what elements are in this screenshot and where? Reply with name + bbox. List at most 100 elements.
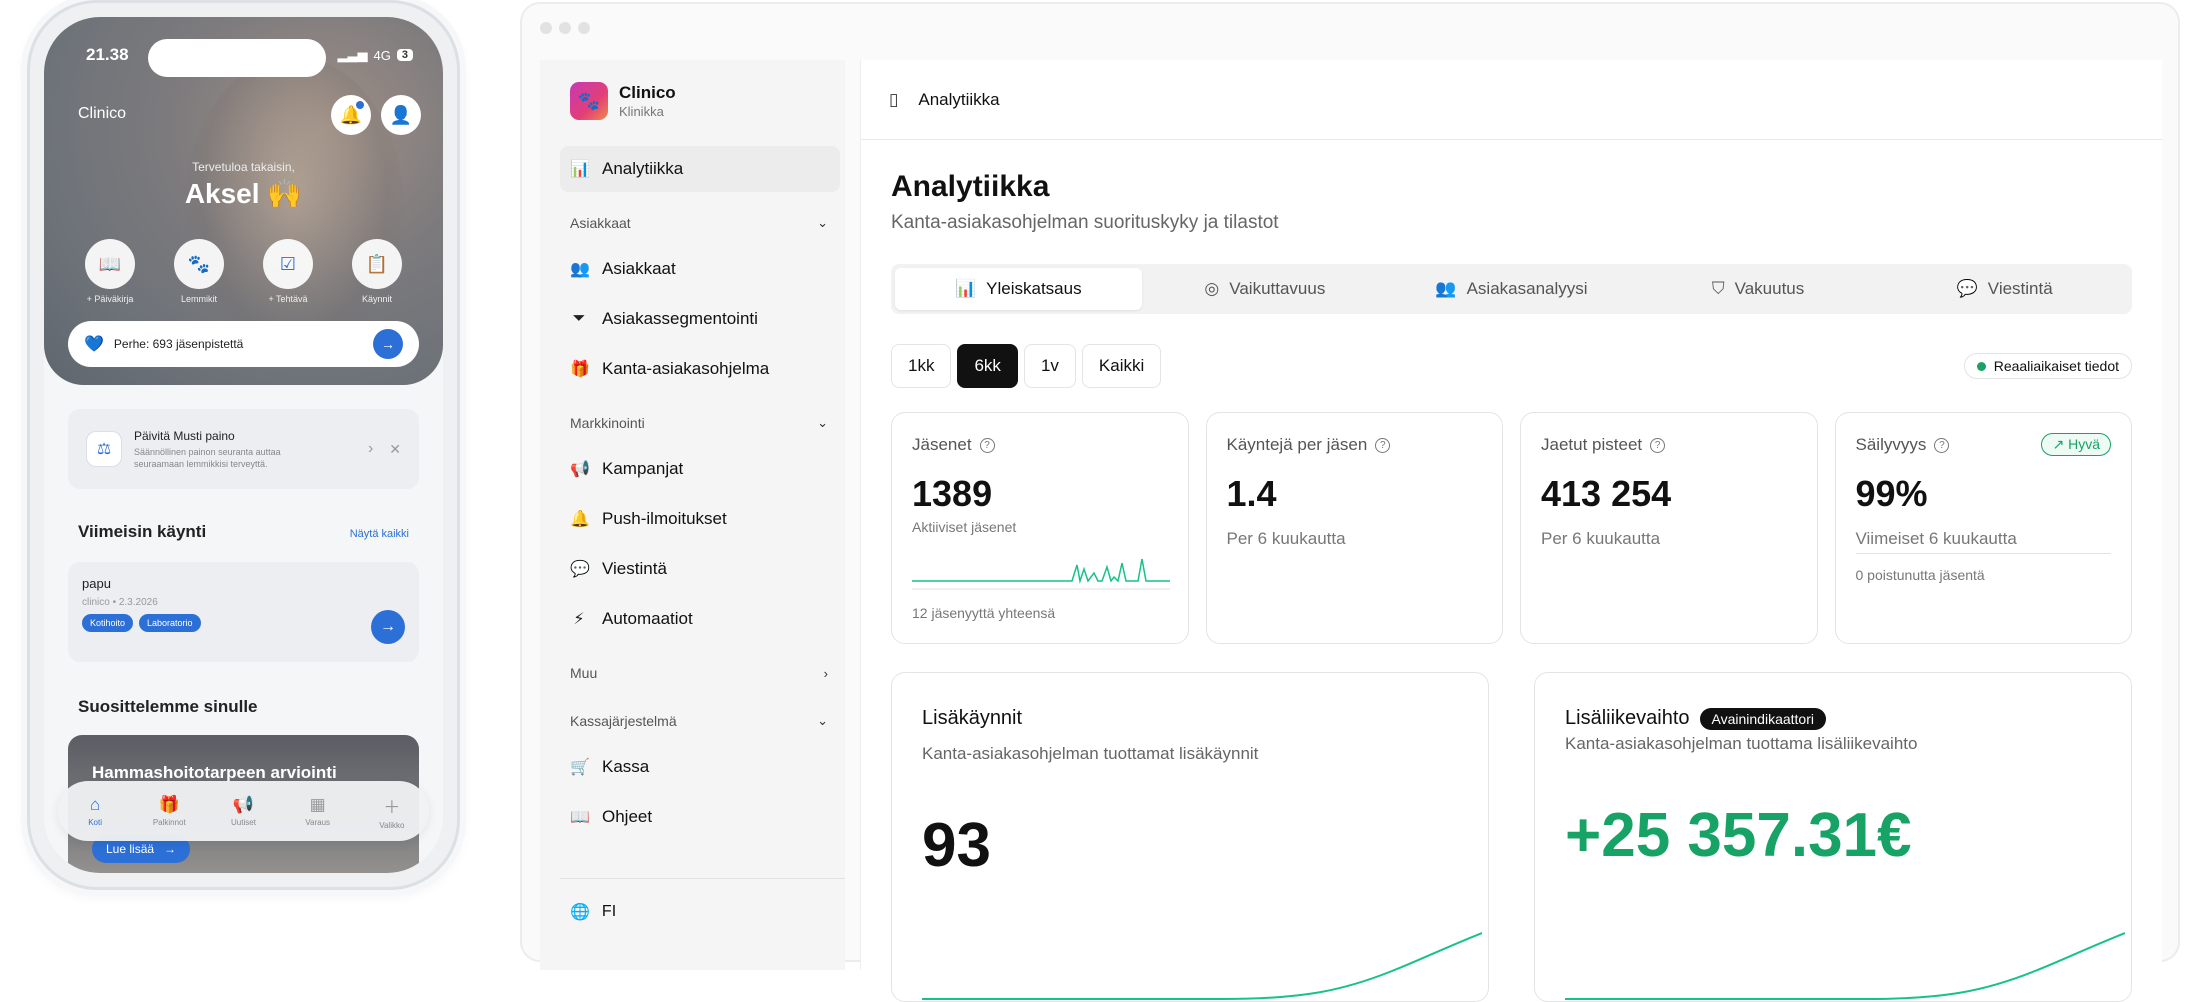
shield-icon: ⛉: [1711, 279, 1725, 298]
welcome-text: Tervetuloa takaisin,: [192, 160, 295, 174]
megaphone-icon: 📢: [232, 795, 255, 814]
sidebar-item-segmentation[interactable]: ⏷ Asiakassegmentointi: [560, 296, 840, 342]
tag-badge: Laboratorio: [139, 614, 201, 632]
card-subtitle: Kanta-asiakasohjelman tuottamat lisäkäyn…: [922, 744, 1259, 763]
show-all-link[interactable]: Näytä kaikki: [350, 528, 409, 540]
close-icon[interactable]: ✕: [389, 441, 401, 458]
card-title: Lisäkäynnit: [922, 707, 1458, 730]
tab-home[interactable]: ⌂ Koti: [65, 795, 125, 827]
sidebar-item-label: Ohjeet: [602, 807, 653, 826]
quick-action-visits[interactable]: 📋 Käynnit: [345, 239, 409, 304]
sidebar-item-label: Push-ilmoitukset: [602, 509, 727, 528]
page-title: Analytiikka: [891, 170, 1050, 203]
maximize-window-button[interactable]: [578, 22, 590, 34]
status-bar: 21.38 ▂▃▅ 4G 3: [44, 39, 443, 77]
visit-card[interactable]: papu clinico • 2.3.2026 Kotihoito Labora…: [68, 562, 419, 662]
tab-overview[interactable]: 📊 Yleiskatsaus: [895, 268, 1142, 310]
minimize-window-button[interactable]: [559, 22, 571, 34]
tab-rewards[interactable]: 🎁 Palkinnot: [139, 795, 199, 827]
help-icon[interactable]: ?: [1934, 437, 1950, 453]
visit-tags: Kotihoito Laboratorio: [82, 614, 405, 632]
stat-label-text: Jäsenet: [912, 435, 972, 454]
topbar: ▯ Analytiikka: [861, 60, 2162, 140]
members-sparkline: [912, 558, 1170, 590]
key-indicator-badge: Avainindikaattori: [1699, 707, 1826, 730]
group-pos[interactable]: Kassajärjestelmä ⌄: [560, 704, 840, 738]
stat-value: 1.4: [1226, 473, 1277, 514]
weight-reminder-card[interactable]: ⚖ Päivitä Musti paino Säännöllinen paino…: [68, 409, 419, 489]
tab-customer-analysis[interactable]: 👥 Asiakasanalyysi: [1388, 268, 1635, 310]
tab-menu[interactable]: ＋ Valikko: [362, 793, 422, 830]
group-marketing[interactable]: Markkinointi ⌄: [560, 406, 840, 440]
stat-sub: Viimeiset 6 kuukautta: [1855, 529, 2017, 548]
arrow-right-icon[interactable]: →: [371, 610, 405, 644]
paw-logo-icon: 🐾: [570, 82, 608, 120]
book-icon: 📖: [570, 809, 590, 826]
recommend-header: Suosittelemme sinulle: [78, 697, 409, 717]
arrow-right-icon[interactable]: →: [373, 329, 403, 359]
tab-news[interactable]: 📢 Uutiset: [213, 795, 273, 827]
sidebar-item-checkout[interactable]: 🛒 Kassa: [560, 744, 840, 790]
window-controls: [540, 22, 590, 34]
help-icon[interactable]: ?: [1375, 437, 1391, 453]
stat-label: Jaetut pisteet?: [1541, 435, 1797, 455]
breadcrumb: Analytiikka: [918, 89, 1000, 109]
calendar-icon: ▦: [309, 795, 326, 814]
sidebar-item-customers[interactable]: 👥 Asiakkaat: [560, 246, 840, 292]
section-title: Viimeisin käynti: [78, 522, 207, 541]
tab-label: Varaus: [305, 818, 331, 827]
stat-value: 1389: [912, 473, 993, 514]
heart-icon: 💙: [84, 336, 104, 353]
sidebar-brand[interactable]: 🐾 Clinico Klinikka: [570, 82, 676, 120]
tab-insurance[interactable]: ⛉ Vakuutus: [1635, 268, 1882, 310]
sidebar-item-messaging[interactable]: 💬 Viestintä: [560, 546, 840, 592]
trend-up-icon: ↗: [2052, 436, 2069, 452]
range-1v-button[interactable]: 1v: [1023, 344, 1076, 388]
analytics-tabs: 📊 Yleiskatsaus ◎ Vaikuttavuus 👥 Asiakasanal…: [891, 264, 2132, 314]
sidebar-toggle-icon[interactable]: ▯: [889, 90, 898, 110]
stat-footnote: 0 poistunutta jäsentä: [1855, 567, 1985, 583]
group-other[interactable]: Muu ›: [560, 656, 840, 690]
sidebar-item-analytics[interactable]: 📊 Analytiikka: [560, 146, 840, 192]
stat-label-text: Jaetut pisteet: [1541, 435, 1643, 454]
sidebar-nav: 📊 Analytiikka Asiakkaat ⌄ 👥 Asiakkaat ⏷ As…: [560, 146, 840, 844]
gift-icon: 🎁: [570, 361, 590, 378]
profile-icon[interactable]: 👤: [381, 95, 421, 135]
language-switcher[interactable]: 🌐 FI: [570, 902, 616, 922]
checkbox-icon: ☑: [263, 239, 313, 289]
status-indicators: ▂▃▅ 4G 3: [338, 47, 413, 63]
good-badge: ↗ Hyvä: [2041, 433, 2111, 456]
quick-action-task[interactable]: ☑ + Tehtävä: [256, 239, 320, 304]
card-value: 93: [922, 811, 991, 880]
extra-visits-card: Lisäkäynnit Kanta-asiakasohjelman tuotta…: [891, 672, 1489, 1002]
quick-action-pets[interactable]: 🐾 Lemmikit: [167, 239, 231, 304]
family-points-bar[interactable]: 💙 Perhe: 693 jäsenpistettä →: [68, 321, 419, 367]
read-more-label: Lue lisää: [106, 842, 155, 856]
sidebar-item-automations[interactable]: ⚡ Automaatiot: [560, 596, 840, 642]
range-all-button[interactable]: Kaikki: [1081, 344, 1162, 388]
help-icon[interactable]: ?: [979, 437, 995, 453]
chevron-right-icon[interactable]: ›: [368, 440, 373, 458]
sidebar-item-help[interactable]: 📖 Ohjeet: [560, 794, 840, 840]
sidebar-item-push[interactable]: 🔔 Push-ilmoitukset: [560, 496, 840, 542]
tab-label: Vaikuttavuus: [1229, 279, 1326, 298]
bottom-tab-bar: ⌂ Koti 🎁 Palkinnot 📢 Uutiset ▦ Varaus ＋ Valik…: [58, 781, 429, 841]
range-1kk-button[interactable]: 1kk: [891, 344, 952, 388]
help-icon[interactable]: ?: [1650, 437, 1666, 453]
tab-booking[interactable]: ▦ Varaus: [288, 795, 348, 827]
sidebar-item-campaigns[interactable]: 📢 Kampanjat: [560, 446, 840, 492]
close-window-button[interactable]: [540, 22, 552, 34]
lightning-icon: ⚡: [573, 611, 585, 628]
group-customers[interactable]: Asiakkaat ⌄: [560, 206, 840, 240]
visit-pet-name: papu: [82, 576, 111, 591]
family-points-text: Perhe: 693 jäsenpistettä: [113, 337, 244, 351]
quick-action-diary[interactable]: 📖 + Päiväkirja: [78, 239, 142, 304]
sidebar-item-label: Kampanjat: [602, 459, 684, 478]
tab-messaging[interactable]: 💬 Viestintä: [1881, 268, 2128, 310]
tab-impact[interactable]: ◎ Vaikuttavuus: [1142, 268, 1389, 310]
bell-icon[interactable]: 🔔: [331, 95, 371, 135]
signal-icon: ▂▃▅: [337, 47, 368, 62]
tab-label: Koti: [88, 818, 102, 827]
sidebar-item-loyalty[interactable]: 🎁 Kanta-asiakasohjelma: [560, 346, 840, 392]
range-6kk-button[interactable]: 6kk: [957, 344, 1018, 388]
